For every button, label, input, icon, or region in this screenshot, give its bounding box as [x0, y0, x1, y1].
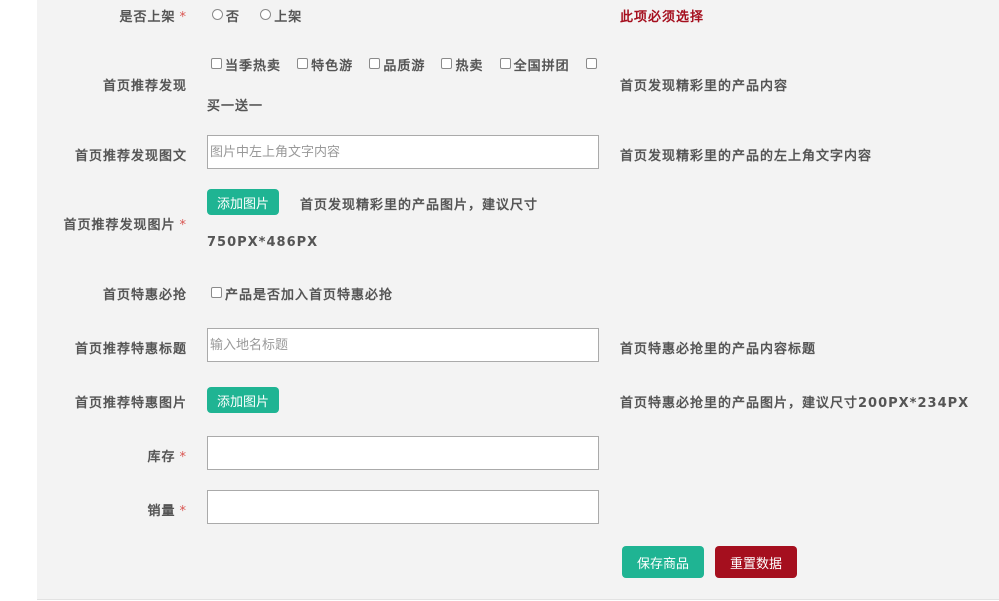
on-shelf-label: 是否上架 *: [119, 10, 187, 25]
sales-label: 销量 *: [147, 504, 187, 519]
reset-data-button[interactable]: 重置数据: [715, 546, 797, 578]
checkbox-season-hot[interactable]: [211, 58, 222, 69]
sales-input[interactable]: [207, 490, 599, 524]
home-flash-title-input[interactable]: [207, 328, 599, 362]
stock-label: 库存 *: [147, 450, 187, 465]
home-flash-sale-label: 首页特惠必抢: [102, 288, 187, 303]
on-shelf-radio-group: 否 上架: [212, 6, 302, 25]
checkbox-feature-tour-label: 特色游: [311, 59, 354, 74]
required-mark: *: [179, 450, 187, 465]
home-discover-image-hint: 首页发现精彩里的产品图片，建议尺寸: [300, 198, 539, 213]
checkbox-season-hot-label: 当季热卖: [225, 59, 282, 74]
radio-on-shelf[interactable]: [260, 9, 272, 20]
home-flash-image-label: 首页推荐特惠图片: [74, 396, 187, 411]
add-flash-image-button[interactable]: 添加图片: [207, 387, 279, 413]
home-discover-text-hint: 首页发现精彩里的产品的左上角文字内容: [620, 149, 873, 164]
home-discover-image-size: 750PX*486PX: [207, 235, 319, 250]
home-flash-title-hint: 首页特惠必抢里的产品内容标题: [620, 342, 817, 357]
checkbox-feature-tour[interactable]: [297, 58, 309, 69]
home-discover-text-label: 首页推荐发现图文: [74, 149, 187, 164]
home-discover-image-label: 首页推荐发现图片 *: [63, 218, 187, 233]
checkbox-quality-tour[interactable]: [369, 58, 381, 69]
required-mark: *: [179, 218, 187, 233]
home-flash-image-hint: 首页特惠必抢里的产品图片，建议尺寸200PX*234PX: [620, 396, 970, 411]
checkbox-flash-sale[interactable]: [211, 287, 222, 298]
checkbox-flash-sale-label: 产品是否加入首页特惠必抢: [225, 288, 394, 303]
radio-no-label: 否: [226, 10, 241, 25]
home-discover-label: 首页推荐发现: [102, 79, 187, 94]
required-mark: *: [179, 10, 187, 25]
home-flash-sale-option: 产品是否加入首页特惠必抢: [211, 284, 393, 303]
checkbox-hot-sale-label: 热卖: [455, 59, 484, 74]
stock-input[interactable]: [207, 436, 599, 470]
radio-on-shelf-label: 上架: [274, 10, 303, 25]
radio-no[interactable]: [212, 9, 223, 20]
on-shelf-error: 此项必须选择: [620, 10, 705, 25]
required-mark: *: [179, 504, 187, 519]
save-product-button[interactable]: 保存商品: [622, 546, 704, 578]
home-discover-text-input[interactable]: [207, 135, 599, 169]
checkbox-group-buy-label: 全国拼团: [513, 59, 570, 74]
checkbox-group-buy[interactable]: [499, 58, 511, 69]
checkbox-buy-one-get-one[interactable]: [585, 58, 597, 69]
add-discover-image-button[interactable]: 添加图片: [207, 189, 279, 215]
checkbox-buy-one-get-one-label: 买一送一: [207, 99, 264, 114]
checkbox-hot-sale[interactable]: [441, 58, 453, 69]
checkbox-quality-tour-label: 品质游: [383, 59, 426, 74]
home-discover-options: 当季热卖 特色游 品质游 热卖 全国拼团: [211, 55, 597, 74]
home-discover-hint: 首页发现精彩里的产品内容: [620, 79, 789, 94]
home-flash-title-label: 首页推荐特惠标题: [74, 342, 187, 357]
